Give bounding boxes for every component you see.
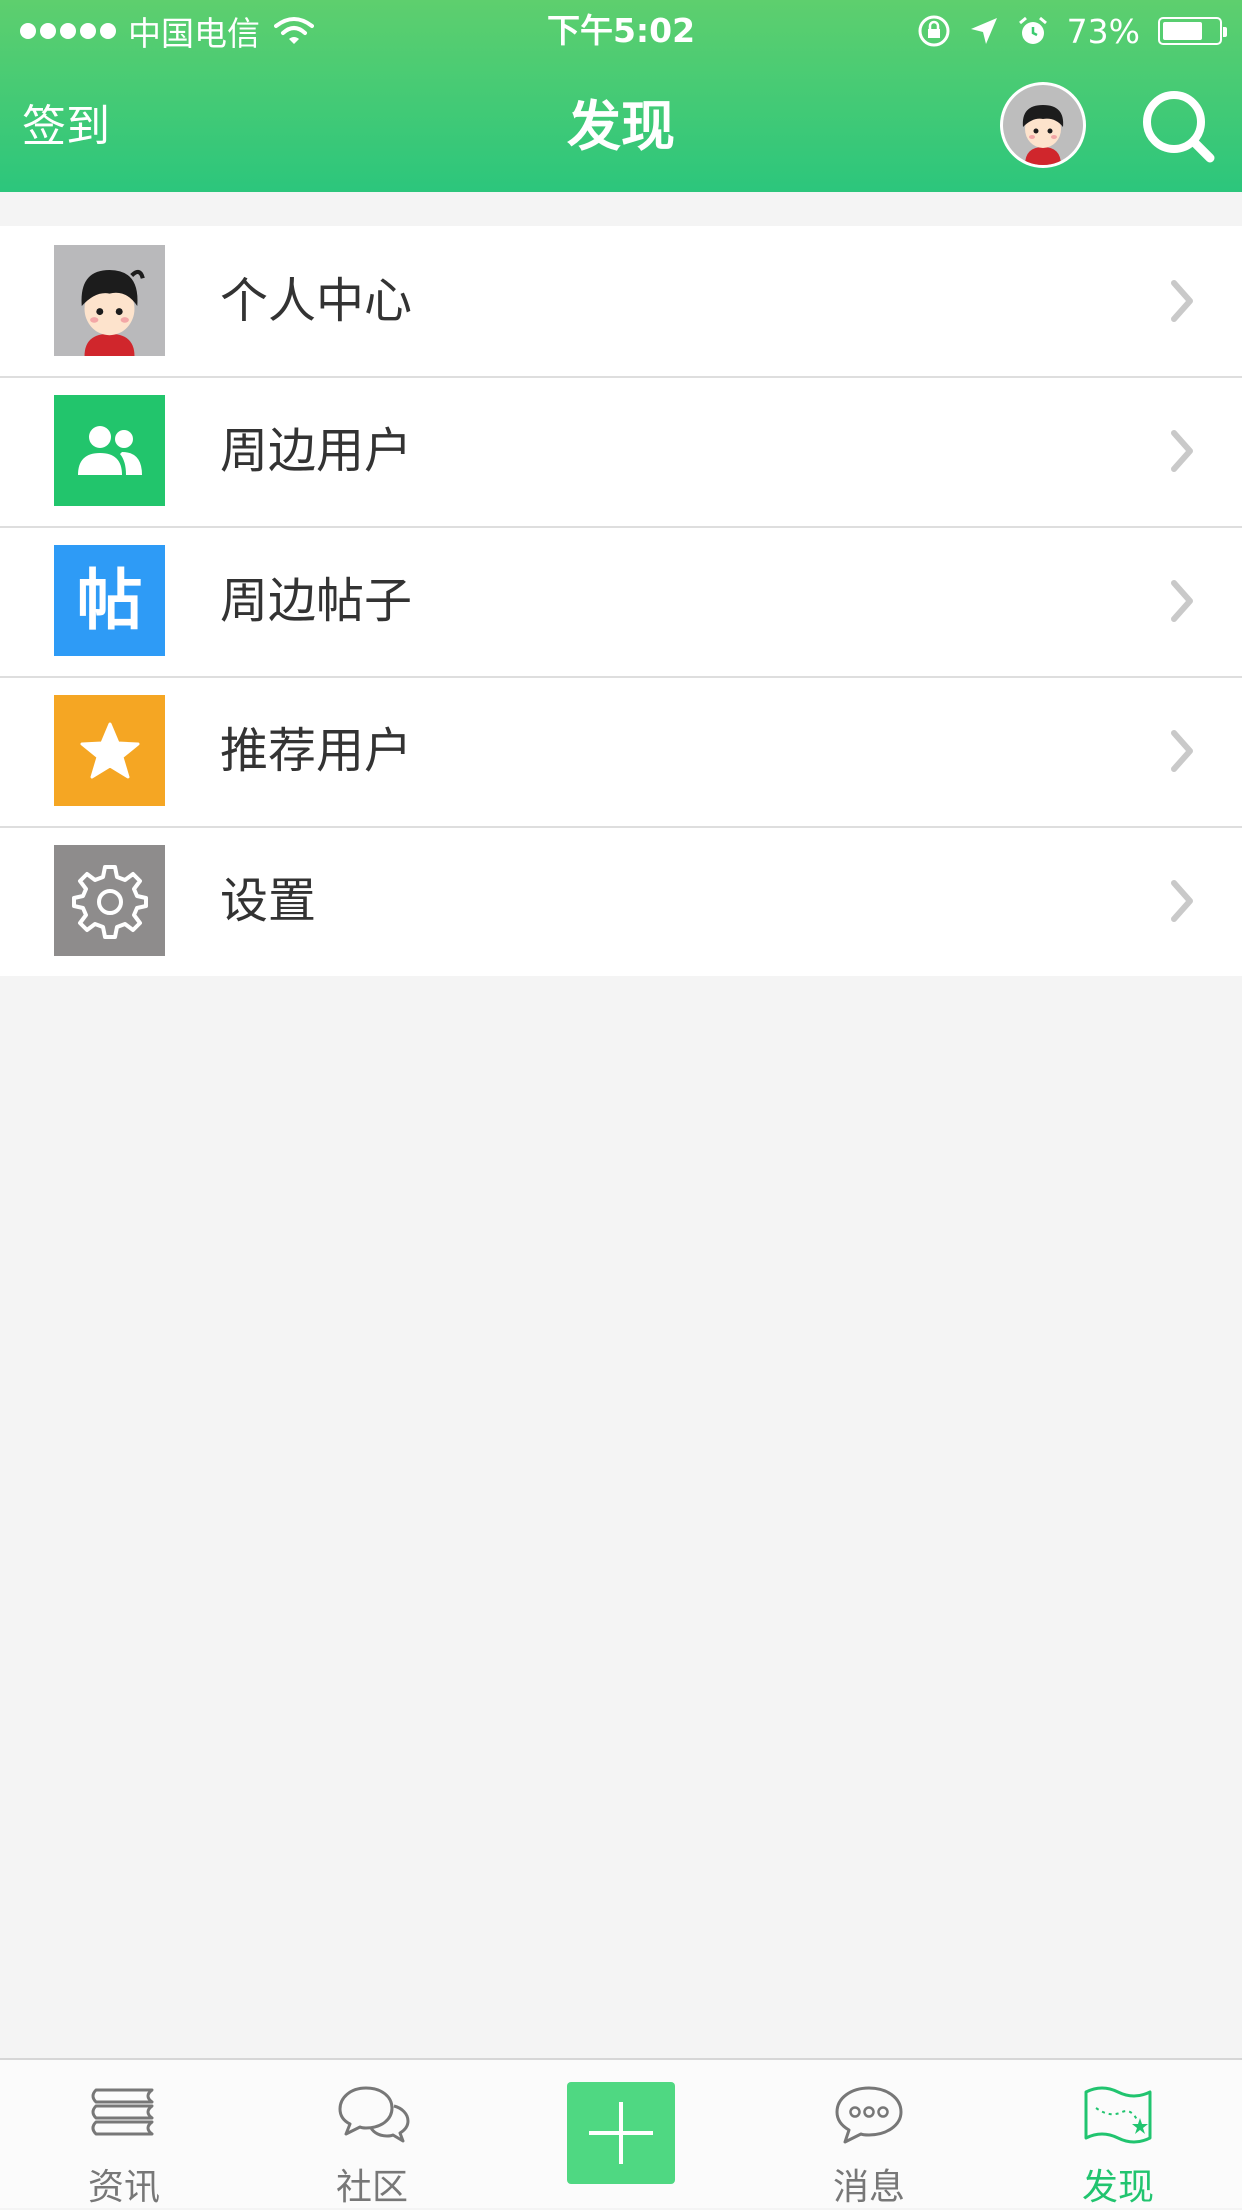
discover-menu-list: 个人中心 周边用户 帖 周边帖子 推荐用户 设置 xyxy=(0,226,1242,976)
tab-messages[interactable]: 消息 xyxy=(745,2060,993,2208)
battery-icon xyxy=(1158,17,1227,45)
star-icon xyxy=(54,695,165,806)
post-icon: 帖 xyxy=(54,545,165,656)
status-right: 73% xyxy=(917,8,1227,54)
rotation-lock-icon xyxy=(918,15,950,47)
menu-item-settings[interactable]: 设置 xyxy=(0,826,1242,976)
plus-icon xyxy=(589,2102,653,2164)
menu-item-personal-center[interactable]: 个人中心 xyxy=(0,226,1242,376)
menu-item-label: 周边帖子 xyxy=(220,573,413,629)
chat-bubbles-icon xyxy=(338,2086,410,2143)
menu-item-label: 推荐用户 xyxy=(220,723,413,779)
search-icon[interactable] xyxy=(1138,86,1218,166)
gear-icon xyxy=(54,845,165,956)
battery-level xyxy=(1163,22,1203,40)
location-arrow-icon xyxy=(970,18,997,44)
tab-label: 消息 xyxy=(832,2167,905,2208)
tab-community[interactable]: 社区 xyxy=(248,2060,496,2208)
menu-item-label: 设置 xyxy=(220,873,317,929)
map-flag-icon xyxy=(1084,2086,1152,2144)
user-avatar-icon xyxy=(1003,85,1083,165)
header: 中国电信 下午5:02 73% 签到 发现 xyxy=(0,0,1242,192)
avatar[interactable] xyxy=(1000,82,1086,168)
chevron-right-icon xyxy=(1171,280,1193,322)
status-bar: 中国电信 下午5:02 73% xyxy=(0,0,1242,62)
people-icon xyxy=(54,395,165,506)
battery-percentage: 73% xyxy=(1066,11,1140,51)
books-icon xyxy=(91,2088,154,2136)
create-post-button[interactable] xyxy=(567,2082,675,2184)
user-avatar-icon xyxy=(54,245,165,356)
tab-discover[interactable]: 发现 xyxy=(994,2060,1242,2208)
sign-in-button[interactable]: 签到 xyxy=(22,62,110,192)
menu-item-nearby-posts[interactable]: 帖 周边帖子 xyxy=(0,526,1242,676)
tab-bar: 资讯 社区 消息 发现 xyxy=(0,2058,1242,2208)
menu-item-nearby-users[interactable]: 周边用户 xyxy=(0,376,1242,526)
menu-item-label: 周边用户 xyxy=(220,423,413,479)
alarm-icon xyxy=(1018,16,1047,44)
tab-label: 发现 xyxy=(1081,2167,1154,2208)
tab-label: 社区 xyxy=(335,2167,408,2208)
chevron-right-icon xyxy=(1171,580,1193,622)
chevron-right-icon xyxy=(1171,730,1193,772)
nav-bar: 签到 发现 xyxy=(0,62,1242,192)
menu-item-label: 个人中心 xyxy=(220,273,413,329)
tab-label: 资讯 xyxy=(87,2167,160,2208)
chevron-right-icon xyxy=(1171,430,1193,472)
tab-news[interactable]: 资讯 xyxy=(0,2060,248,2208)
chevron-right-icon xyxy=(1171,880,1193,922)
post-icon-glyph: 帖 xyxy=(76,561,143,639)
menu-item-recommended-users[interactable]: 推荐用户 xyxy=(0,676,1242,826)
message-icon xyxy=(835,2086,903,2144)
